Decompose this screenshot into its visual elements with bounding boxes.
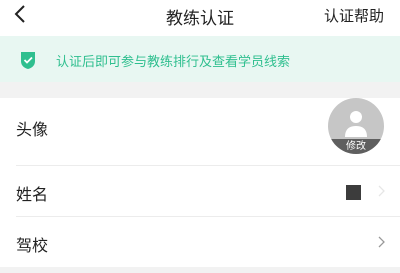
name-label: 姓名 bbox=[16, 185, 49, 204]
header-bar: 教练认证 认证帮助 bbox=[0, 0, 400, 32]
chevron-right-icon bbox=[378, 185, 385, 197]
avatar-label: 头像 bbox=[16, 120, 49, 139]
avatar-edit-label[interactable]: 修改 bbox=[328, 139, 384, 154]
school-label: 驾校 bbox=[16, 236, 49, 255]
avatar-row[interactable]: 头像 修改 bbox=[0, 98, 400, 166]
avatar[interactable]: 修改 bbox=[328, 98, 384, 154]
name-row[interactable]: 姓名 bbox=[0, 166, 400, 217]
name-value-placeholder bbox=[346, 185, 361, 200]
shield-check-icon bbox=[21, 52, 35, 69]
school-row[interactable]: 驾校 bbox=[0, 217, 400, 267]
chevron-left-icon bbox=[14, 5, 25, 23]
bottom-separator bbox=[0, 267, 400, 273]
notice-banner: 认证后即可参与教练排行及查看学员线索 bbox=[0, 36, 400, 82]
section-separator bbox=[0, 82, 400, 98]
help-link[interactable]: 认证帮助 bbox=[324, 5, 384, 26]
chevron-right-icon bbox=[378, 236, 385, 248]
notice-text: 认证后即可参与教练排行及查看学员线索 bbox=[56, 55, 291, 70]
back-button[interactable] bbox=[8, 2, 36, 28]
